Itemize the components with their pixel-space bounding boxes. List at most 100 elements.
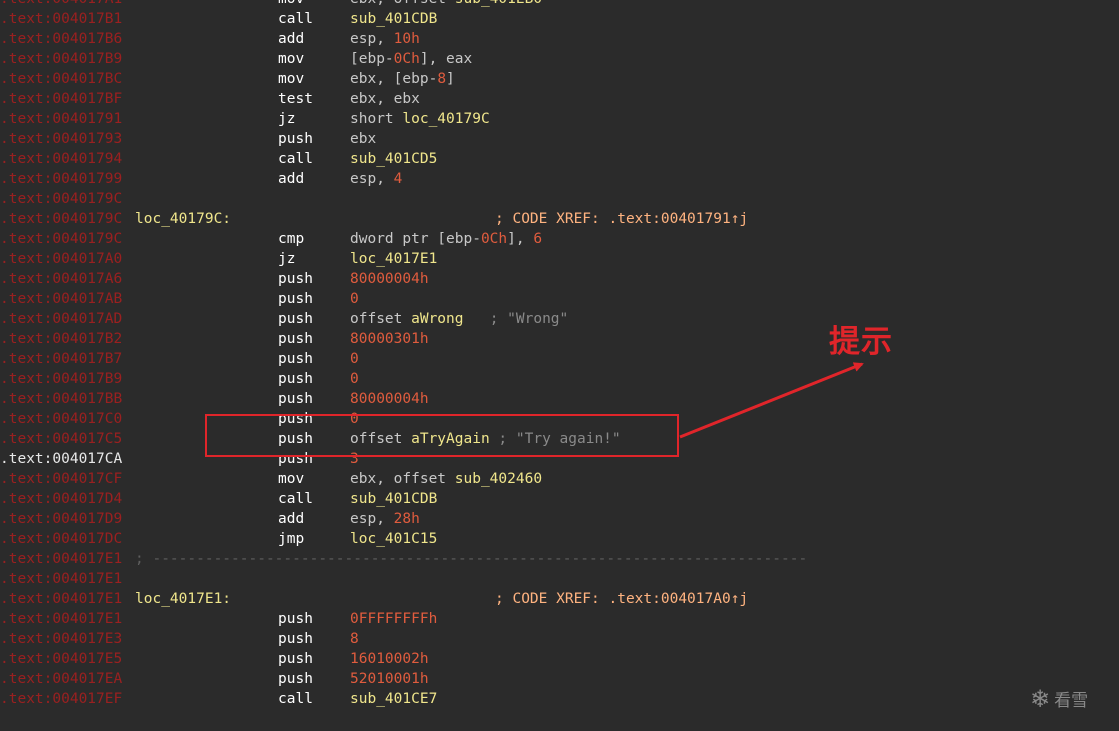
- xref-comment[interactable]: ; CODE XREF: .text:00401791↑j: [495, 209, 748, 229]
- listing-line[interactable]: .text:0040179C: [0, 189, 1119, 209]
- listing-line[interactable]: .text:004017D9 add esp, 28h: [0, 509, 1119, 529]
- address: .text:004017E5: [0, 651, 123, 667]
- operands: [ebp-0Ch], eax: [350, 49, 472, 69]
- mnemonic: add: [278, 31, 305, 47]
- code-label[interactable]: loc_4017E1:: [135, 589, 231, 609]
- symbol-ref[interactable]: sub_401CD5: [350, 151, 437, 167]
- operand-token: ],: [507, 231, 534, 247]
- operands: ebx, [ebp-8]: [350, 69, 455, 89]
- listing-line[interactable]: .text:004017EA push 52010001h: [0, 669, 1119, 689]
- listing-line[interactable]: .text:00401791 jz short loc_40179C: [0, 109, 1119, 129]
- address: .text:00401794: [0, 151, 123, 167]
- listing-line[interactable]: .text:004017E1: [0, 569, 1119, 589]
- operands: dword ptr [ebp-0Ch], 6: [350, 229, 542, 249]
- operands: 80000004h: [350, 269, 429, 289]
- symbol-ref[interactable]: sub_401CE7: [350, 691, 437, 707]
- listing-line[interactable]: .text:004017A6 push 80000004h: [0, 269, 1119, 289]
- operands: 0FFFFFFFFh: [350, 609, 437, 629]
- mnemonic: push: [278, 631, 313, 647]
- listing-line[interactable]: .text:004017B7 push 0: [0, 349, 1119, 369]
- operands: esp, 4: [350, 169, 402, 189]
- listing-line[interactable]: .text:004017A1 mov ebx, offset sub_401EB0: [0, 0, 1119, 9]
- listing-line[interactable]: .text:004017E1 ; ------------------------…: [0, 549, 1119, 569]
- address: .text:004017E1: [0, 551, 123, 567]
- address: .text:00401793: [0, 131, 123, 147]
- symbol-ref[interactable]: sub_401EB0: [455, 0, 542, 7]
- symbol-ref[interactable]: loc_401C15: [350, 531, 437, 547]
- symbol-ref[interactable]: loc_40179C: [402, 111, 489, 127]
- operand-token: ebx, offset: [350, 471, 455, 487]
- mnemonic: mov: [278, 51, 305, 67]
- operand-token: esp,: [350, 511, 394, 527]
- address: .text:0040179C: [0, 231, 123, 247]
- operand-token: 28h: [393, 511, 420, 527]
- address: .text:004017AD: [0, 311, 123, 327]
- operand-token: [ebp-: [350, 51, 394, 67]
- xref-comment[interactable]: ; CODE XREF: .text:004017A0↑j: [495, 589, 748, 609]
- listing-line[interactable]: .text:00401794 call sub_401CD5: [0, 149, 1119, 169]
- operand-token: 80000301h: [350, 331, 429, 347]
- mnemonic: mov: [278, 71, 305, 87]
- mnemonic: add: [278, 171, 305, 187]
- listing-line[interactable]: .text:004017A0 jz loc_4017E1: [0, 249, 1119, 269]
- address: .text:004017D9: [0, 511, 123, 527]
- listing-line[interactable]: .text:0040179C loc_40179C: ; CODE XREF: .t…: [0, 209, 1119, 229]
- mnemonic: jmp: [278, 531, 305, 547]
- address: .text:004017BC: [0, 71, 123, 87]
- operand-token: 10h: [393, 31, 420, 47]
- listing-line[interactable]: .text:004017E5 push 16010002h: [0, 649, 1119, 669]
- operand-token: esp,: [350, 171, 394, 187]
- operand-token: offset: [350, 311, 412, 327]
- address: .text:004017A1: [0, 0, 122, 9]
- listing-line[interactable]: .text:004017B2 push 80000301h: [0, 329, 1119, 349]
- address: .text:004017E1: [0, 591, 123, 607]
- address: .text:004017E1: [0, 611, 123, 627]
- mnemonic: push: [278, 291, 313, 307]
- listing-line[interactable]: .text:004017BF test ebx, ebx: [0, 89, 1119, 109]
- listing-line[interactable]: .text:00401793 push ebx: [0, 129, 1119, 149]
- listing-line[interactable]: .text:004017AB push 0: [0, 289, 1119, 309]
- operands: 52010001h: [350, 669, 429, 689]
- operand-token: 80000004h: [350, 271, 429, 287]
- operand-token: 0: [350, 291, 359, 307]
- operand-token: 0Ch: [393, 51, 420, 67]
- listing-line[interactable]: .text:0040179C cmp dword ptr [ebp-0Ch], 6: [0, 229, 1119, 249]
- listing-line[interactable]: .text:004017B9 mov [ebp-0Ch], eax: [0, 49, 1119, 69]
- operand-token: ]: [446, 71, 455, 87]
- mnemonic: push: [278, 671, 313, 687]
- listing-line[interactable]: .text:00401799 add esp, 4: [0, 169, 1119, 189]
- symbol-ref[interactable]: loc_4017E1: [350, 251, 437, 267]
- listing-line[interactable]: .text:004017EF call sub_401CE7: [0, 689, 1119, 709]
- address: .text:00401799: [0, 171, 123, 187]
- symbol-ref[interactable]: sub_401CDB: [350, 11, 437, 27]
- listing-line[interactable]: .text:004017E3 push 8: [0, 629, 1119, 649]
- symbol-ref[interactable]: aWrong: [411, 311, 463, 327]
- address: .text:004017A0: [0, 251, 123, 267]
- listing-line[interactable]: .text:004017E1 push 0FFFFFFFFh: [0, 609, 1119, 629]
- symbol-ref[interactable]: sub_401CDB: [350, 491, 437, 507]
- address: .text:004017C5: [0, 431, 123, 447]
- mnemonic: cmp: [278, 231, 305, 247]
- listing-line[interactable]: .text:004017B6 add esp, 10h: [0, 29, 1119, 49]
- operands: 8: [350, 629, 359, 649]
- separator: ; --------------------------------------…: [135, 551, 808, 567]
- listing-line[interactable]: .text:004017AD push offset aWrong ; "Wrong…: [0, 309, 1119, 329]
- address: .text:0040179C: [0, 211, 123, 227]
- listing-line[interactable]: .text:004017B9 push 0: [0, 369, 1119, 389]
- listing-line[interactable]: .text:004017B1 call sub_401CDB: [0, 9, 1119, 29]
- listing-line[interactable]: .text:004017E1 loc_4017E1: ; CODE XREF: .t…: [0, 589, 1119, 609]
- mnemonic: call: [278, 691, 313, 707]
- operands: short loc_40179C: [350, 109, 490, 129]
- symbol-ref[interactable]: sub_402460: [455, 471, 542, 487]
- listing-line[interactable]: .text:004017DC jmp loc_401C15: [0, 529, 1119, 549]
- listing-line[interactable]: .text:004017D4 call sub_401CDB: [0, 489, 1119, 509]
- mnemonic: push: [278, 391, 313, 407]
- operand-token: ], eax: [419, 51, 473, 67]
- operand-token: esp,: [350, 31, 394, 47]
- code-label[interactable]: loc_40179C:: [135, 209, 231, 229]
- operand-token: short: [350, 111, 403, 127]
- listing-line[interactable]: .text:004017BB push 80000004h: [0, 389, 1119, 409]
- address: .text:004017E1: [0, 571, 123, 587]
- listing-line[interactable]: .text:004017BC mov ebx, [ebp-8]: [0, 69, 1119, 89]
- listing-line[interactable]: .text:004017CF mov ebx, offset sub_402460: [0, 469, 1119, 489]
